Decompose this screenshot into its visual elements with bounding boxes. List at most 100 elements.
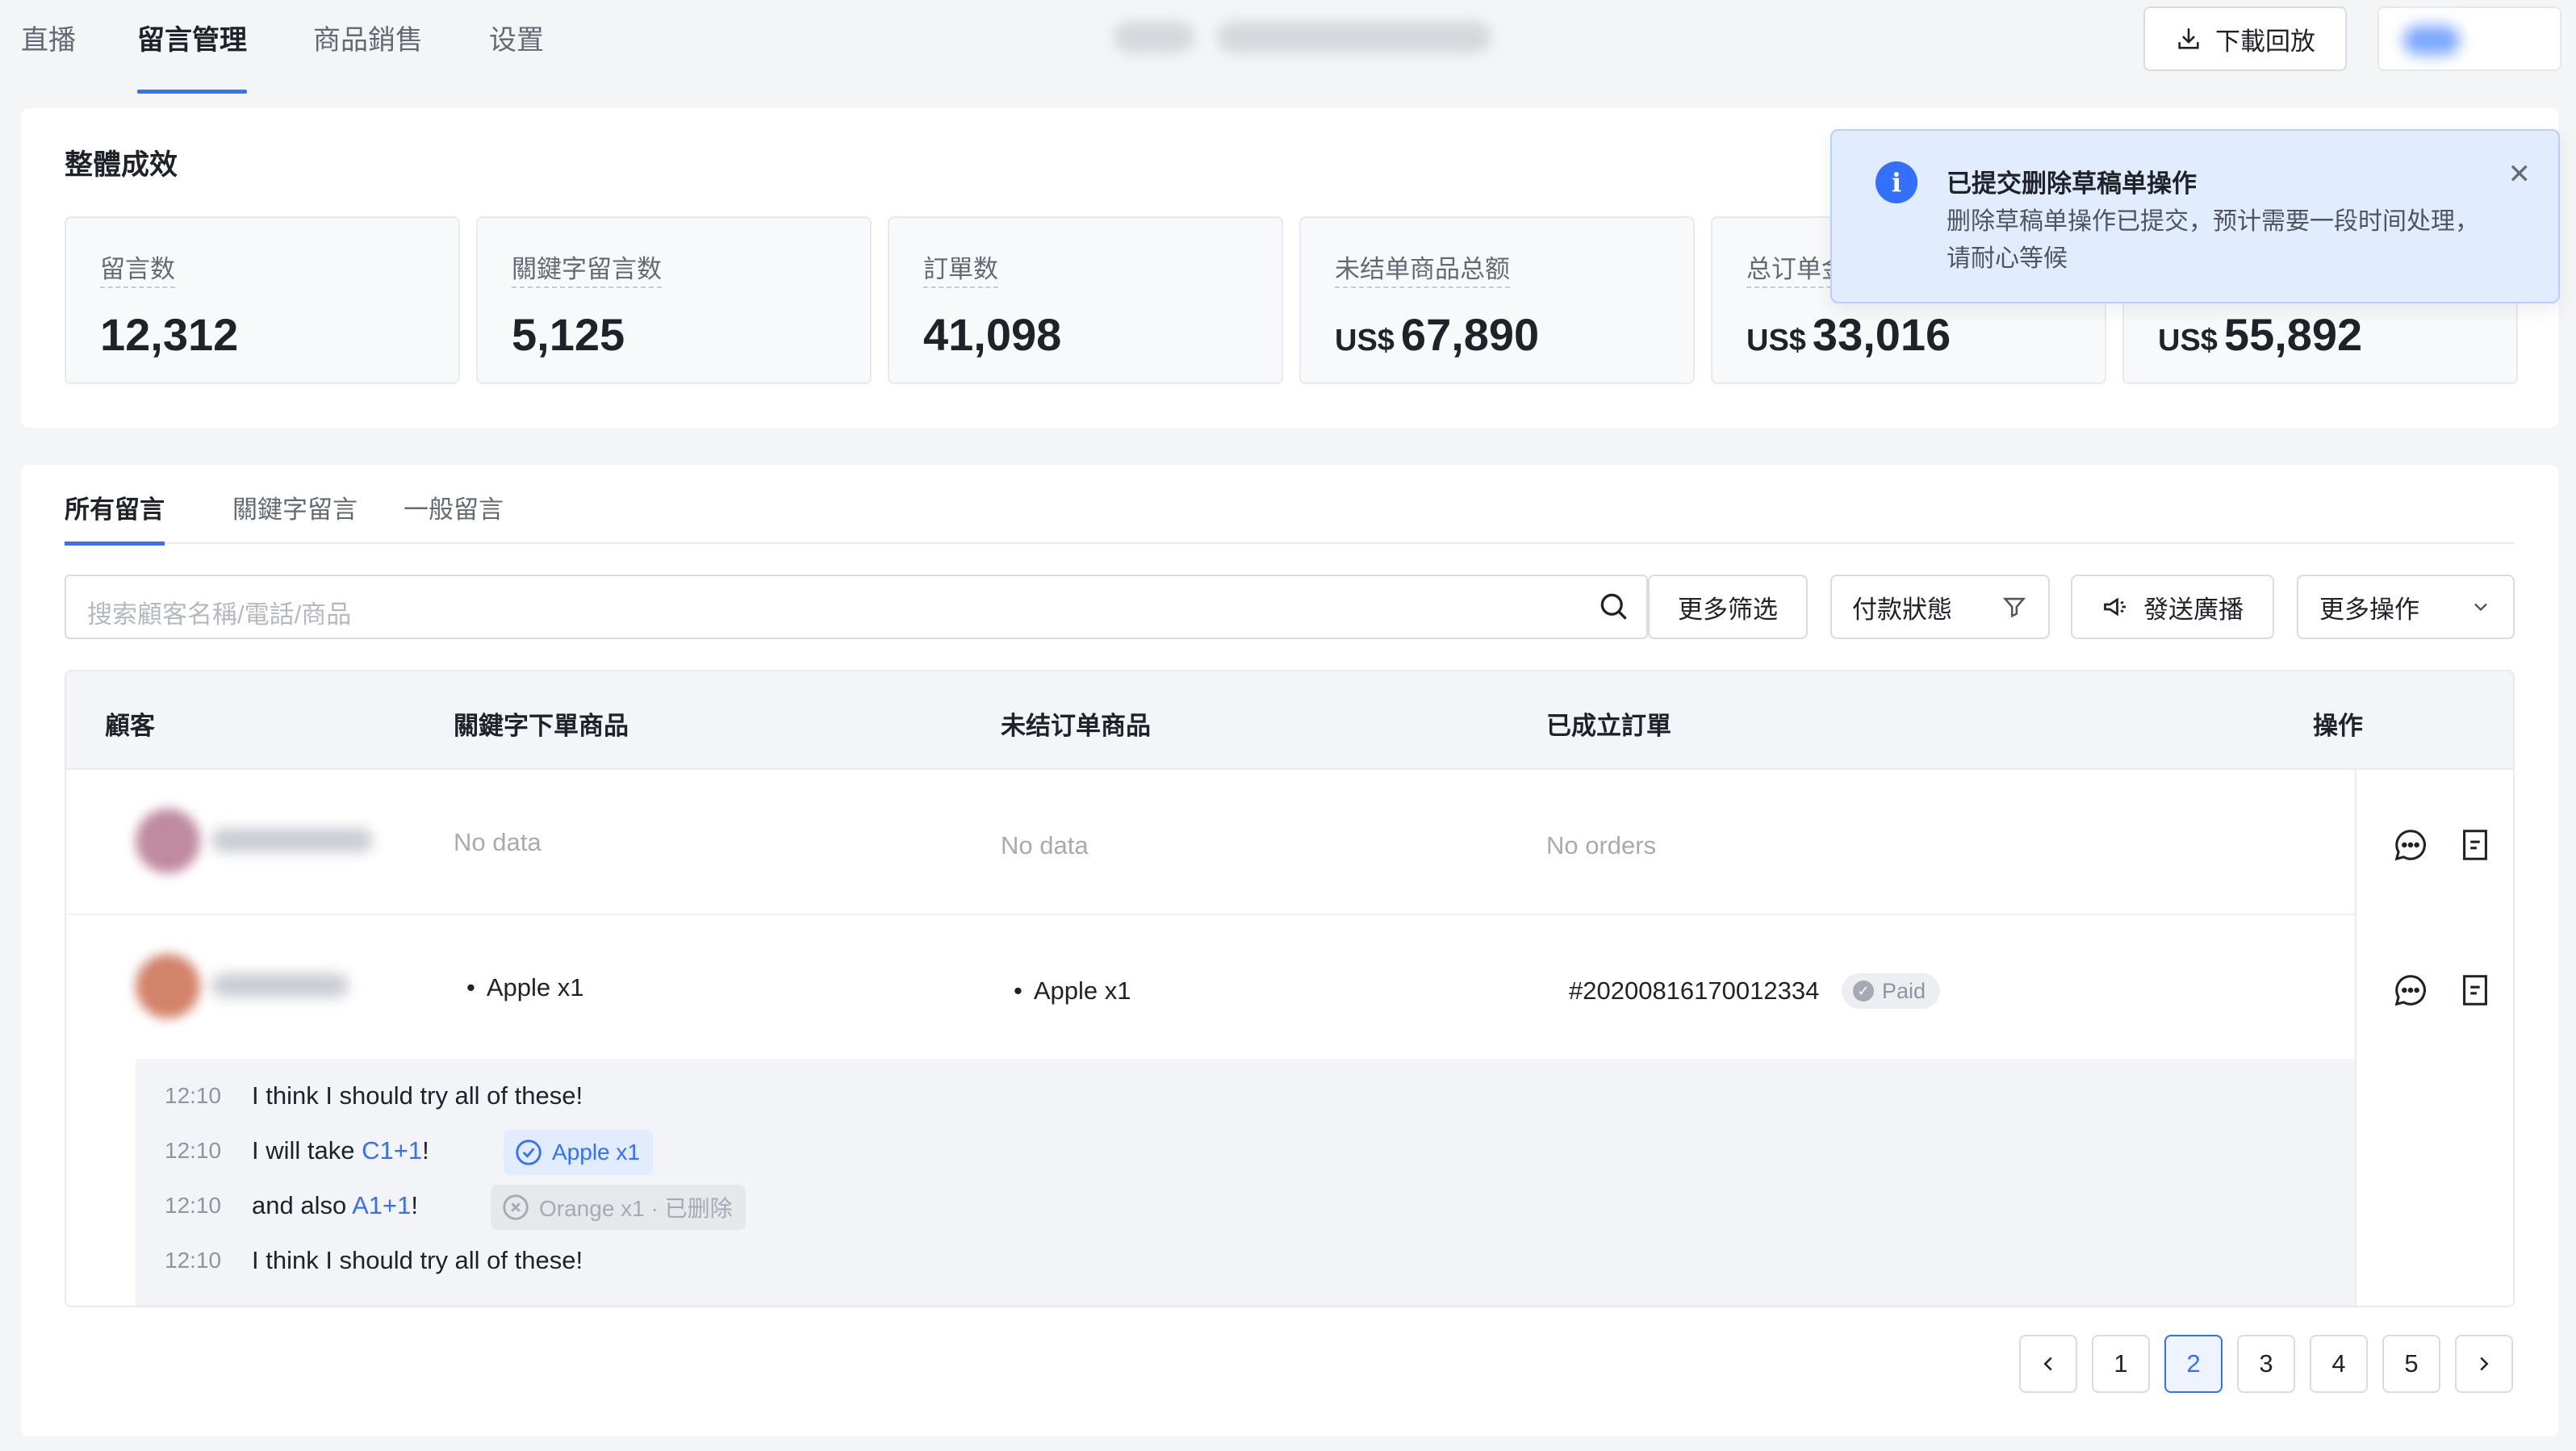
avatar (136, 809, 200, 873)
nav-tab-comments[interactable]: 留言管理 (137, 18, 247, 94)
check-icon: ✓ (1853, 981, 1874, 1001)
search-icon[interactable] (1596, 589, 1632, 625)
comment-text: I will take C1+1! (252, 1136, 429, 1165)
avatar (136, 954, 200, 1018)
nav-tab-settings[interactable]: 设置 (489, 18, 544, 94)
search-input[interactable]: 搜索顧客名稱/電話/商品 (65, 575, 1648, 639)
stat-card-keyword-comments: 關鍵字留言数 5,125 (476, 216, 872, 384)
customer-name-blurred (211, 973, 349, 997)
stat-value: US$ 55,892 (2158, 309, 2363, 360)
megaphone-icon (2104, 597, 2126, 617)
status-badge: ✓ Paid (1842, 973, 1941, 1009)
stat-value: US$ 67,890 (1335, 309, 1540, 360)
tab-all-comments[interactable]: 所有留言 (65, 489, 165, 546)
stat-card-open-amount: 未结单商品总额 US$ 67,890 (1299, 216, 1695, 384)
stat-value: US$ 33,016 (1746, 309, 1951, 360)
orders-empty: No orders (1546, 831, 1657, 859)
customer-blurred (107, 805, 413, 875)
page-button[interactable]: 5 (2382, 1335, 2440, 1393)
check-circle-icon (516, 1139, 542, 1165)
comment-time: 12:10 (165, 1138, 222, 1163)
chip-label: Orange x1 · 已删除 (539, 1196, 733, 1221)
tab-keyword-comments[interactable]: 關鍵字留言 (232, 489, 358, 544)
download-replay-label: 下載回放 (2215, 27, 2315, 56)
deleted-item-chip: Orange x1 · 已删除 (491, 1185, 746, 1230)
comment-tabs: 所有留言 關鍵字留言 一般留言 (65, 465, 2515, 546)
stat-value: 5,125 (512, 309, 625, 360)
open-items-empty: No data (1001, 831, 1089, 859)
chip-label: Apple x1 (552, 1139, 640, 1165)
matched-item-chip[interactable]: Apple x1 (504, 1130, 653, 1175)
toast-message: 删除草稿单操作已提交，预计需要一段时间处理，请耐心等候 (1947, 208, 2479, 272)
keyword-item: Apple x1 (466, 973, 584, 1002)
stat-label: 留言数 (100, 249, 175, 288)
column-keyword-items: 關鍵字下單商品 (454, 712, 629, 740)
keyword-highlight: C1+1 (362, 1136, 423, 1165)
page-button-current[interactable]: 2 (2164, 1335, 2223, 1393)
close-icon[interactable]: ✕ (2508, 158, 2532, 190)
broadcast-button[interactable]: 發送廣播 (2071, 575, 2274, 639)
account-menu[interactable] (2377, 6, 2561, 71)
chevron-down-icon (2474, 603, 2487, 612)
open-item: Apple x1 (1014, 976, 1131, 1006)
comment-line: 12:10 I think I should try all of these! (136, 1236, 2355, 1285)
stat-label: 關鍵字留言数 (512, 249, 662, 288)
chat-icon[interactable] (2392, 826, 2429, 863)
order-note-icon[interactable] (2457, 972, 2494, 1009)
customer-name-blurred (211, 828, 373, 852)
column-customer: 顧客 (105, 712, 155, 740)
column-actions: 操作 (2313, 712, 2363, 740)
comment-time: 12:10 (165, 1193, 222, 1218)
tab-general-comments[interactable]: 一般留言 (404, 489, 504, 544)
table-row[interactable]: No data No data No orders (66, 770, 2355, 915)
page-button[interactable]: 4 (2310, 1335, 2368, 1393)
customer-blurred (107, 951, 413, 1020)
comment-line: 12:10 I think I should try all of these! (136, 1072, 2355, 1120)
stat-value: 41,098 (923, 309, 1062, 360)
search-placeholder: 搜索顧客名稱/電話/商品 (87, 600, 352, 629)
stream-subtitle-blurred (1217, 21, 1491, 53)
comment-text: I think I should try all of these! (252, 1081, 583, 1110)
download-replay-button[interactable]: 下載回放 (2143, 6, 2347, 71)
comment-line: 12:10 I will take C1+1! Apple x1 (136, 1127, 2355, 1175)
avatar (2403, 26, 2460, 55)
stream-title-blurred (1114, 21, 1194, 53)
stat-value: 12,312 (100, 309, 239, 360)
more-filters-button[interactable]: 更多筛选 (1648, 575, 1808, 639)
nav-tab-live[interactable]: 直播 (21, 18, 76, 94)
notification-toast: i 已提交删除草稿单操作 删除草稿单操作已提交，预计需要一段时间处理，请耐心等候… (1830, 129, 2560, 303)
more-filters-label: 更多筛选 (1678, 595, 1778, 624)
comments-table: 顧客 關鍵字下單商品 未结订单商品 已成立訂單 操作 No data No da… (65, 670, 2515, 1307)
status-badge-label: Paid (1882, 978, 1926, 1003)
page-button[interactable]: 1 (2092, 1335, 2150, 1393)
order-note-icon[interactable] (2457, 826, 2494, 863)
toast-title: 已提交删除草稿单操作 (1947, 169, 2197, 198)
comment-text: I think I should try all of these! (252, 1246, 583, 1274)
column-orders: 已成立訂單 (1546, 712, 1671, 740)
nav-tab-sales[interactable]: 商品銷售 (313, 18, 423, 94)
chat-icon[interactable] (2392, 972, 2429, 1009)
payment-status-filter[interactable]: 付款狀態 (1830, 575, 2050, 639)
keyword-highlight: A1+1 (352, 1191, 412, 1219)
more-actions-dropdown[interactable]: 更多操作 (2297, 575, 2515, 639)
page-button[interactable]: 3 (2237, 1335, 2295, 1393)
comments-panel: 所有留言 關鍵字留言 一般留言 搜索顧客名稱/電話/商品 更多筛选 付款狀態 發… (21, 465, 2558, 1436)
more-actions-label: 更多操作 (2319, 595, 2419, 624)
column-open-items: 未结订单商品 (1001, 712, 1151, 740)
comment-time: 12:10 (165, 1083, 222, 1108)
stat-label: 未结单商品总额 (1335, 249, 1510, 288)
next-page-button[interactable] (2455, 1335, 2513, 1393)
stat-card-orders: 訂單数 41,098 (888, 216, 1283, 384)
comment-line: 12:10 and also A1+1! Orange x1 · 已删除 (136, 1181, 2355, 1230)
chevron-left-icon (2043, 1357, 2052, 1371)
filter-icon (2002, 597, 2026, 618)
close-circle-icon (503, 1194, 529, 1220)
payment-status-label: 付款狀態 (1852, 595, 1952, 624)
table-header: 顧客 關鍵字下單商品 未结订单商品 已成立訂單 操作 (66, 671, 2513, 770)
table-row[interactable]: Apple x1 Apple x1 #20200816170012334 ✓ P… (66, 915, 2355, 1059)
stat-label: 訂單数 (923, 249, 998, 288)
info-icon: i (1876, 161, 1917, 203)
prev-page-button[interactable] (2019, 1335, 2077, 1393)
order-number[interactable]: #20200816170012334 (1569, 976, 1819, 1006)
keyword-items-empty: No data (454, 828, 542, 856)
